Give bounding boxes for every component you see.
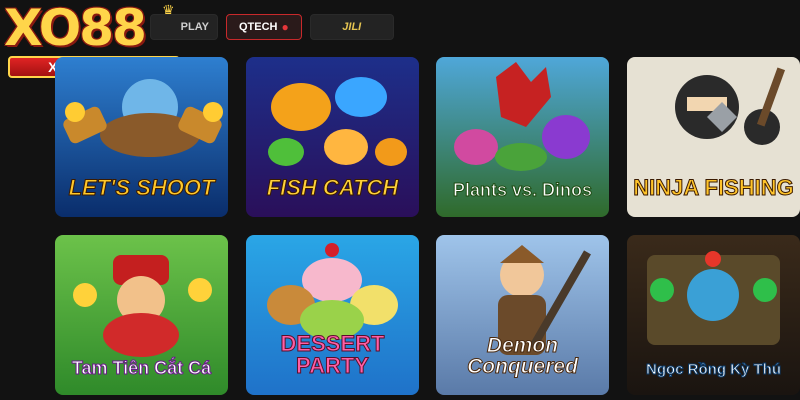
game-card-dessert-party[interactable]: DESSERT PARTY xyxy=(246,235,419,395)
tab-label: PLAY xyxy=(180,21,209,33)
tab-play[interactable]: PLAY xyxy=(150,14,218,40)
tab-jili[interactable]: JILI xyxy=(309,14,394,40)
game-card-ngoc-rong-ky-thu[interactable]: Ngọc Rồng Kỳ Thú xyxy=(627,235,800,395)
game-title: Demon Conquered xyxy=(467,334,579,378)
game-grid: LET'S SHOOT FISH CATCH Plants vs. Dinos xyxy=(55,57,800,400)
game-card-fish-catch[interactable]: FISH CATCH xyxy=(246,57,419,217)
game-title: Plants vs. Dinos xyxy=(452,180,593,200)
tab-label: QTECH xyxy=(239,21,278,33)
game-card-demon-conquered[interactable]: Demon Conquered xyxy=(436,235,609,395)
paw-icon: ● xyxy=(281,20,289,34)
tab-label: JILI xyxy=(342,21,362,33)
game-card-lets-shoot[interactable]: LET'S SHOOT xyxy=(55,57,228,217)
game-title: Ngọc Rồng Kỳ Thú xyxy=(646,361,782,378)
tab-qtech[interactable]: QTECH ● xyxy=(226,14,302,40)
game-title: DESSERT PARTY xyxy=(280,331,385,378)
game-title: FISH CATCH xyxy=(266,175,399,200)
game-card-ninja-fishing[interactable]: NINJA FISHING xyxy=(627,57,800,217)
game-title: NINJA FISHING xyxy=(633,175,795,200)
provider-tabs: PLAY QTECH ● JILI xyxy=(150,14,394,40)
game-card-tam-tien-cat-ca[interactable]: Tam Tiên Cắt Cá xyxy=(55,235,228,395)
game-title: LET'S SHOOT xyxy=(68,175,215,200)
logo-wordmark: XO88 xyxy=(4,0,147,57)
game-title: Tam Tiên Cắt Cá xyxy=(71,358,212,378)
game-card-plants-vs-dinos[interactable]: Plants vs. Dinos xyxy=(436,57,609,217)
